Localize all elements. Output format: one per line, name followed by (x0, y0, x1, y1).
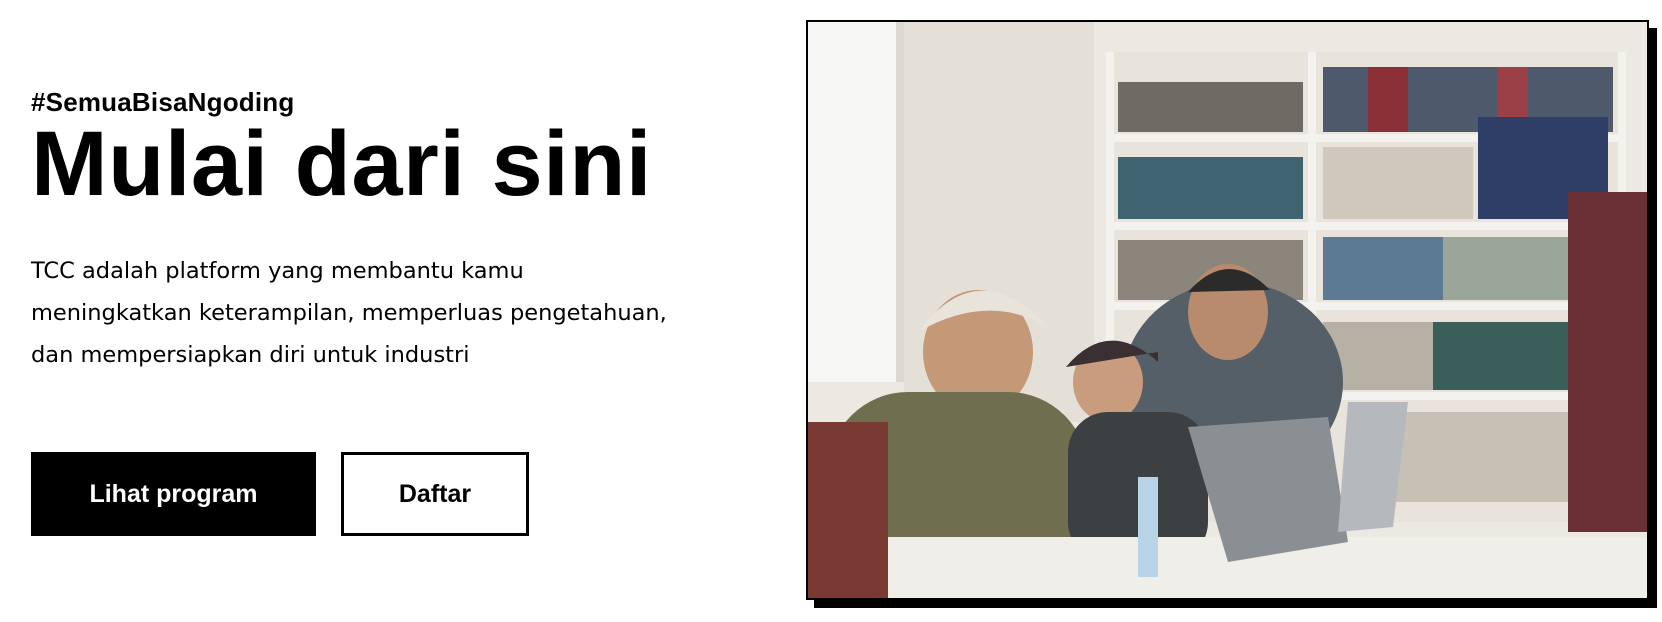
view-programs-button[interactable]: Lihat program (31, 452, 316, 536)
hero-photo (806, 20, 1649, 600)
hero-text-block: #SemuaBisaNgoding Mulai dari sini TCC ad… (31, 86, 731, 376)
register-button[interactable]: Daftar (341, 452, 529, 536)
hero-title: Mulai dari sini (31, 113, 652, 215)
hero-description-line: dan mempersiapkan diri untuk industri (31, 342, 470, 368)
hero-description-line: TCC adalah platform yang membantu kamu (31, 258, 524, 284)
hero-photo-illustration (808, 22, 1647, 598)
hero-description-line: meningkatkan keterampilan, memperluas pe… (31, 300, 667, 326)
hero-description: TCC adalah platform yang membantu kamu m… (31, 250, 731, 376)
